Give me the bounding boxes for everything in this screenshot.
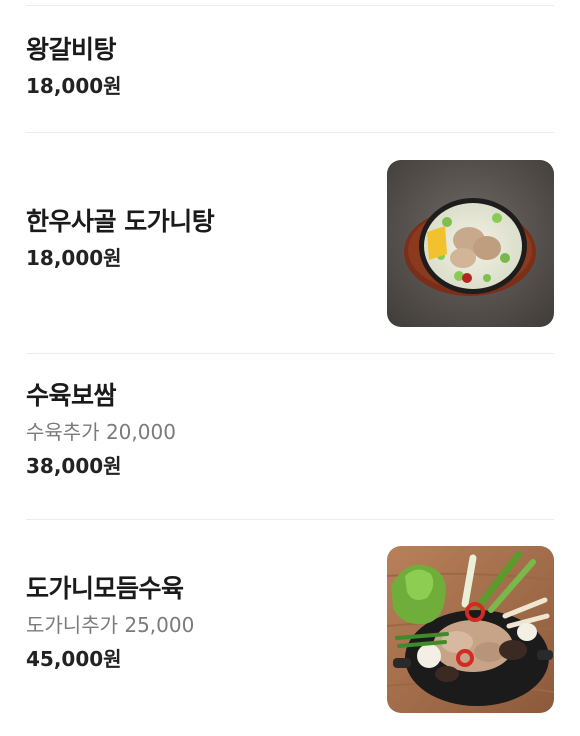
menu-item-price: 38,000원 [26,454,122,478]
menu-item-photo[interactable] [387,546,554,713]
menu-item-dogani-tang[interactable]: 한우사골 도가니탕 18,000원 [0,133,580,353]
menu-item-price: 45,000원 [26,647,122,671]
menu-item-price: 18,000원 [26,246,122,270]
menu-item-suyuk-bossam[interactable]: 수육보쌈 수육추가 20,000 38,000원 [0,354,580,519]
menu-item-text: 수육보쌈 수육추가 20,000 38,000원 [26,380,176,480]
menu-item-name: 한우사골 도가니탕 [26,207,215,236]
menu-item-text: 한우사골 도가니탕 18,000원 [26,206,215,272]
menu-item-description: 도가니추가 25,000 [26,613,195,637]
menu-item-name: 왕갈비탕 [26,35,117,64]
menu-item-photo[interactable] [387,160,554,327]
menu-item-text: 도가니모듬수육 도가니추가 25,000 45,000원 [26,573,194,673]
menu-item-wanggalbitang[interactable]: 왕갈비탕 18,000원 [0,6,580,132]
menu-item-name: 수육보쌈 [26,381,117,410]
menu-list: 왕갈비탕 18,000원 한우사골 도가니탕 18,000원 수육보쌈 수육추가… [0,0,580,736]
menu-item-name: 도가니모듬수육 [26,574,184,603]
menu-item-dogani-moduem-suyuk[interactable]: 도가니모듬수육 도가니추가 25,000 45,000원 [0,520,580,736]
menu-item-text: 왕갈비탕 18,000원 [26,34,122,100]
menu-item-description: 수육추가 20,000 [26,420,176,444]
menu-item-price: 18,000원 [26,74,122,98]
